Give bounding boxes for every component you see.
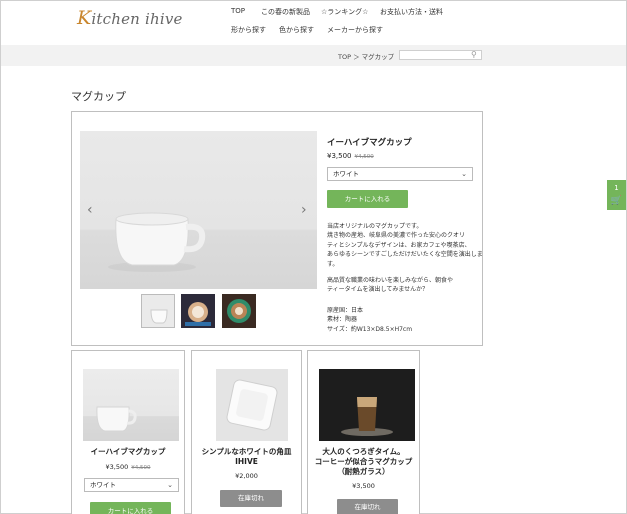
- prev-image-arrow[interactable]: ‹: [87, 203, 93, 217]
- card-add-to-cart-button[interactable]: カートに入れる: [90, 502, 171, 514]
- nav-ranking[interactable]: ☆ランキング☆: [321, 7, 368, 17]
- card-price: ¥2,000: [235, 472, 258, 480]
- product-name: イーハイブマグカップ: [327, 138, 412, 148]
- chevron-down-icon: ⌄: [461, 170, 467, 178]
- page-title: マグカップ: [71, 90, 126, 103]
- thumbnail-latte-green[interactable]: [222, 294, 256, 328]
- sub-bar: [1, 45, 626, 66]
- site-header: Kitchen ihive TOP この春の新製品 ☆ランキング☆ お支払い方法…: [1, 1, 626, 45]
- thumbnail-mug[interactable]: [141, 294, 175, 328]
- floating-cart-button[interactable]: 1 🛒: [607, 180, 626, 210]
- card-image-plate[interactable]: [216, 369, 288, 441]
- sold-out-button[interactable]: 在庫切れ: [220, 490, 282, 507]
- breadcrumb[interactable]: TOP ＞ マグカップ: [338, 51, 394, 61]
- search-icon[interactable]: ⚲: [471, 50, 477, 60]
- card-title[interactable]: シンプルなホワイトの角皿 IHIVE: [192, 447, 301, 467]
- card-color-select[interactable]: ホワイト ⌄: [84, 478, 179, 492]
- chevron-down-icon: ⌄: [167, 481, 173, 489]
- cart-count: 1: [614, 184, 619, 192]
- site-logo[interactable]: Kitchen ihive: [77, 7, 183, 29]
- search-input[interactable]: [399, 50, 482, 60]
- sold-out-button[interactable]: 在庫切れ: [337, 499, 398, 514]
- product-old-price: ¥4,500: [354, 154, 374, 160]
- card-image-mug[interactable]: [83, 369, 179, 441]
- product-description: 当店オリジナルのマグカップです。 焼き物の産地、岐阜県の美濃で作った安心のクオリ…: [327, 223, 483, 268]
- thumbnail-latte-blue[interactable]: [181, 294, 215, 328]
- card-price: ¥3,500: [352, 482, 375, 490]
- add-to-cart-button[interactable]: カートに入れる: [327, 190, 408, 208]
- nav-payment-shipping[interactable]: お支払い方法・送料: [380, 7, 443, 17]
- nav-by-shape[interactable]: 形から探す: [231, 25, 266, 35]
- product-description-2: 高品質な職業の味わいを楽しみながら、朝食や ティータイムを演出してみませんか？: [327, 277, 454, 294]
- card-title[interactable]: 大人のくつろぎタイム。 コーヒーが似合うマグカップ （耐熱ガラス）: [308, 447, 419, 477]
- card-image-glass[interactable]: [319, 369, 415, 441]
- card-title[interactable]: イーハイブマグカップ: [72, 447, 184, 457]
- product-specs: 原産国：日本 素材：陶器 サイズ：約W13×D8.5×H7cm: [327, 307, 413, 333]
- cart-icon: 🛒: [610, 196, 623, 206]
- nav-new-products[interactable]: この春の新製品: [261, 7, 310, 17]
- card-price: ¥3,500 ¥4,500: [105, 463, 151, 471]
- nav-top[interactable]: TOP: [231, 7, 245, 15]
- color-select[interactable]: ホワイト ⌄: [327, 167, 473, 181]
- next-image-arrow[interactable]: ›: [301, 203, 307, 217]
- product-main-image[interactable]: [80, 131, 317, 289]
- nav-by-maker[interactable]: メーカーから探す: [327, 25, 383, 35]
- nav-by-color[interactable]: 色から探す: [279, 25, 314, 35]
- product-price: ¥3,500 ¥4,500: [327, 152, 374, 160]
